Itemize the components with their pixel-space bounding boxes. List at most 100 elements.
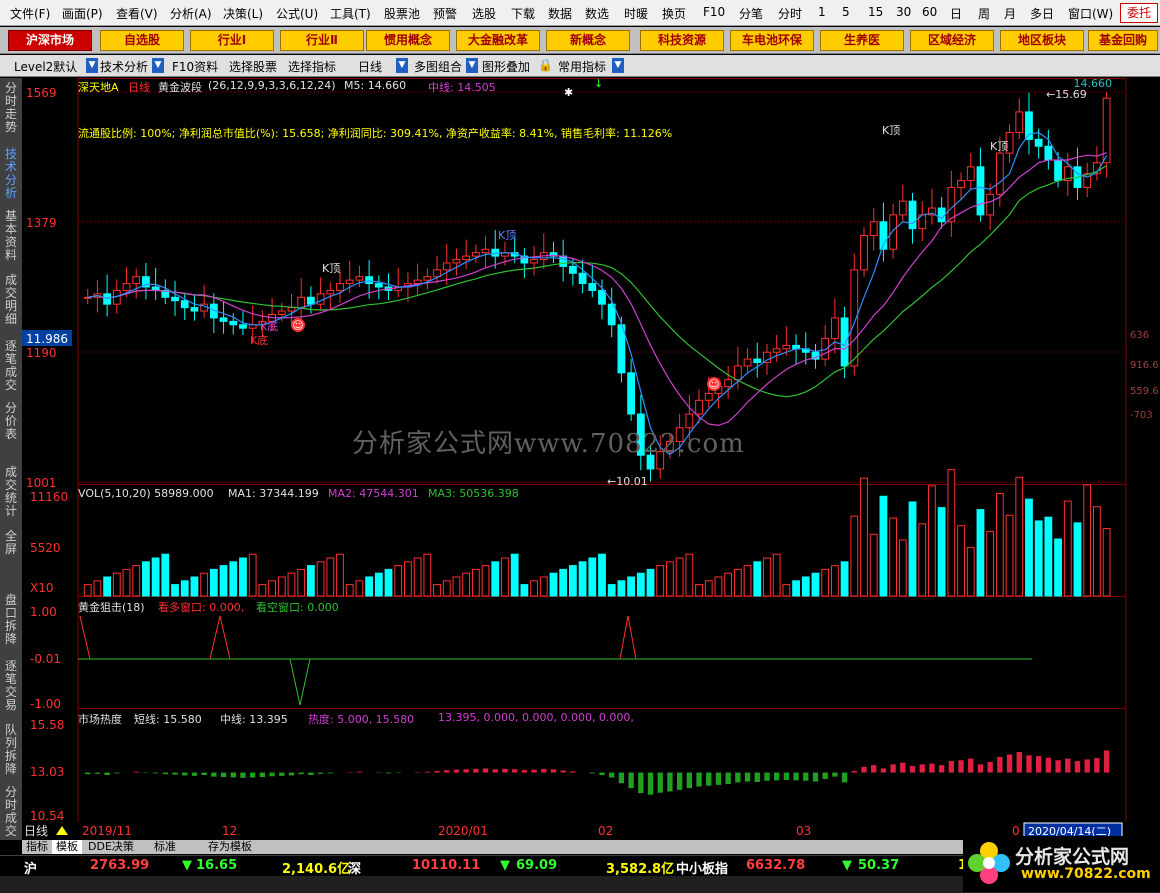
menu-item-11[interactable]: 数据 xyxy=(548,5,572,22)
toolbar-item-6[interactable]: 多图组合 xyxy=(414,58,462,75)
menu-item-24[interactable]: 周 xyxy=(978,5,990,22)
toolbar-item-8[interactable]: 常用指标 xyxy=(558,58,606,75)
dropdown-arrow-icon[interactable]: ▼ xyxy=(396,58,408,73)
sidebar-tab-7[interactable]: 全屏 xyxy=(2,530,20,588)
menu-item-17[interactable]: 分时 xyxy=(778,5,802,22)
sector-tab-12[interactable]: 基金回购 xyxy=(1088,30,1158,51)
sector-tab-6[interactable]: 新概念 xyxy=(546,30,630,51)
toolbar-item-2[interactable]: F10资料 xyxy=(172,58,218,75)
menu-item-16[interactable]: 分笔 xyxy=(739,5,763,22)
menu-item-6[interactable]: 工具(T) xyxy=(330,5,371,22)
menu-item-21[interactable]: 30 xyxy=(896,5,911,19)
sector-tab-7[interactable]: 科技资源 xyxy=(640,30,724,51)
menu-item-13[interactable]: 时暖 xyxy=(624,5,648,22)
bottom-tab-3[interactable]: 标准 xyxy=(150,840,180,854)
candle-body xyxy=(219,317,228,322)
bottom-tab-2[interactable]: DDE决策 xyxy=(84,840,138,854)
menu-item-23[interactable]: 日 xyxy=(950,5,962,22)
k-bottom-label: K底 xyxy=(260,319,278,333)
toolbar-item-5[interactable]: 日线 xyxy=(358,58,382,75)
candle-body xyxy=(840,317,849,367)
volume-bar xyxy=(966,547,975,597)
sector-tab-9[interactable]: 生养医 xyxy=(820,30,904,51)
candle-body xyxy=(180,300,189,309)
menu-item-7[interactable]: 股票池 xyxy=(384,5,420,22)
menu-item-0[interactable]: 文件(F) xyxy=(10,5,50,22)
sniper-bear: 看空窗口: 0.000 xyxy=(256,601,339,614)
dropdown-arrow-icon[interactable]: ▼ xyxy=(86,58,98,73)
menu-item-4[interactable]: 决策(L) xyxy=(223,5,263,22)
mid-value: 中线: 14.505 xyxy=(428,81,496,94)
sector-tab-2[interactable]: 行业Ⅰ xyxy=(190,30,274,51)
volume-bar xyxy=(636,572,645,597)
sector-tab-8[interactable]: 车电池环保 xyxy=(730,30,814,51)
toolbar-item-4[interactable]: 选择指标 xyxy=(288,58,336,75)
candle-body xyxy=(355,276,364,281)
toolbar-item-1[interactable]: 技术分析 xyxy=(100,58,148,75)
heat-name: 市场热度 xyxy=(78,713,122,726)
sector-tab-10[interactable]: 区域经济 xyxy=(910,30,994,51)
down-arrow-icon: ▼ xyxy=(842,858,852,873)
menu-item-18[interactable]: 1 xyxy=(818,5,826,19)
sector-block-bar: 沪深市场 自选股 行业Ⅰ 行业Ⅱ 惯用概念 大金融改革 新概念 科技资源 车电池环保 生养医 区域经… xyxy=(0,27,1160,54)
dropdown-arrow-icon[interactable]: ▼ xyxy=(612,58,624,73)
menu-item-10[interactable]: 下载 xyxy=(511,5,535,22)
dropdown-arrow-icon[interactable]: ▼ xyxy=(152,58,164,73)
sniper-bull-signal xyxy=(79,615,637,660)
volume-bar xyxy=(112,572,121,597)
volume-bar xyxy=(239,557,247,597)
sector-tab-11[interactable]: 地区板块 xyxy=(1000,30,1084,51)
volume-bar xyxy=(792,580,800,597)
menu-item-20[interactable]: 15 xyxy=(868,5,883,19)
sidebar-tab-9[interactable]: 逐笔交易 xyxy=(2,660,20,718)
bottom-tab-4[interactable]: 存为模板 xyxy=(204,840,256,854)
sidebar-tab-10[interactable]: 队列拆降 xyxy=(2,724,20,782)
menu-item-1[interactable]: 画面(P) xyxy=(62,5,103,22)
menu-item-19[interactable]: 5 xyxy=(842,5,850,19)
candle-body xyxy=(559,255,568,267)
sector-tab-3[interactable]: 行业Ⅱ xyxy=(280,30,364,51)
sector-tab-5[interactable]: 大金融改革 xyxy=(456,30,540,51)
candle-body xyxy=(782,344,791,350)
candle-body xyxy=(966,166,975,182)
volume-bar xyxy=(656,565,665,597)
menu-item-8[interactable]: 预警 xyxy=(433,5,457,22)
volume-bar xyxy=(879,495,888,597)
menu-item-27[interactable]: 窗口(W) xyxy=(1068,5,1113,22)
volume-bar xyxy=(607,584,616,597)
sidebar-tab-4[interactable]: 逐笔成交 xyxy=(2,340,20,398)
menu-item-12[interactable]: 数选 xyxy=(585,5,609,22)
sidebar-tab-0[interactable]: 分时走势 xyxy=(2,82,20,140)
sector-tab-0[interactable]: 沪深市场 xyxy=(8,30,92,51)
menu-item-14[interactable]: 换页 xyxy=(662,5,686,22)
down-arrow-icon: ▼ xyxy=(500,858,510,873)
menu-item-3[interactable]: 分析(A) xyxy=(170,5,212,22)
sidebar-tab-6[interactable]: 成交统计 xyxy=(2,466,20,524)
sidebar-tab-3[interactable]: 成交明细 xyxy=(2,274,20,332)
sidebar-tab-5[interactable]: 分价表 xyxy=(2,402,20,460)
right-price-label: 14.660 xyxy=(1074,78,1113,90)
menu-item-5[interactable]: 公式(U) xyxy=(276,5,318,22)
toolbar-item-7[interactable]: 图形叠加 xyxy=(482,58,530,75)
candle-body xyxy=(374,283,383,288)
dropdown-arrow-icon[interactable]: ▼ xyxy=(466,58,478,73)
menu-item-15[interactable]: F10 xyxy=(703,5,725,19)
menu-item-22[interactable]: 60 xyxy=(922,5,937,19)
sidebar-tab-8[interactable]: 盘口拆降 xyxy=(2,594,20,652)
chart-area[interactable]: 1569 1379 1190 1001 11.986 11160 5520 X10 1.00 -0… xyxy=(22,78,1160,840)
status-sme_label: 中小板指 xyxy=(676,862,729,877)
sector-tab-4[interactable]: 惯用概念 xyxy=(366,30,450,51)
sidebar-tab-2[interactable]: 基本资料 xyxy=(2,210,20,268)
sidebar-tab-11[interactable]: 分时成交 xyxy=(2,786,20,844)
bottom-tab-0[interactable]: 指标 xyxy=(22,840,52,854)
menu-item-2[interactable]: 查看(V) xyxy=(116,5,158,22)
order-button[interactable]: 委托 xyxy=(1120,3,1158,23)
toolbar-item-3[interactable]: 选择股票 xyxy=(229,58,277,75)
menu-item-25[interactable]: 月 xyxy=(1004,5,1016,22)
toolbar-item-0[interactable]: Level2默认 xyxy=(14,58,77,75)
sidebar-tab-1[interactable]: 技术分析 xyxy=(2,148,20,206)
sector-tab-1[interactable]: 自选股 xyxy=(100,30,184,51)
menu-item-26[interactable]: 多日 xyxy=(1030,5,1054,22)
bottom-tab-1[interactable]: 模板 xyxy=(52,840,82,854)
menu-item-9[interactable]: 选股 xyxy=(472,5,496,22)
